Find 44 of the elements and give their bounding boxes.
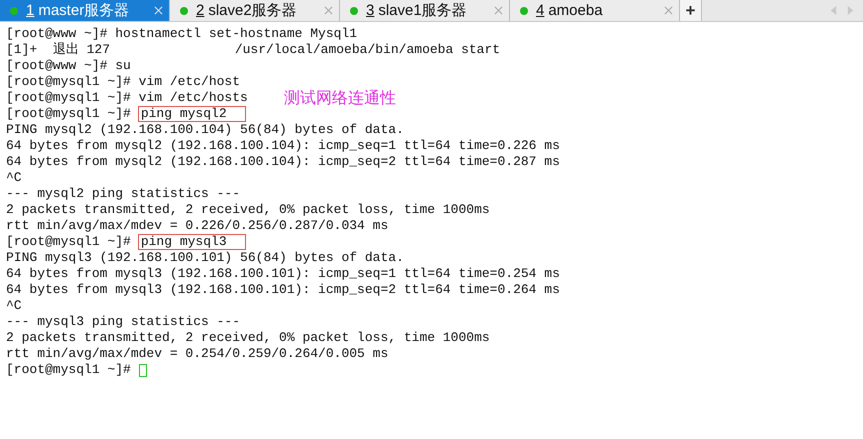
terminal-tab[interactable]: 4 amoeba (510, 0, 680, 21)
highlighted-command: ping mysql3 (138, 235, 245, 249)
terminal-line: --- mysql2 ping statistics --- (6, 186, 240, 202)
close-icon[interactable] (664, 6, 673, 15)
highlighted-command: ping mysql2 (138, 107, 245, 121)
terminal-line: PING mysql2 (192.168.100.104) 56(84) bytes of data. (6, 122, 404, 138)
annotation-text: 测试网络连通性 (284, 90, 396, 106)
terminal-line: PING mysql3 (192.168.100.101) 56(84) bytes of data. (6, 250, 404, 266)
terminal-line: ^C (6, 170, 22, 186)
terminal-line: [root@www ~]# hostnamectl set-hostname Mysql1 (6, 26, 358, 42)
scroll-right-icon[interactable] (846, 5, 855, 16)
terminal-line: 2 packets transmitted, 2 received, 0% packet loss, time 1000ms (6, 202, 490, 218)
terminal-line: --- mysql3 ping statistics --- (6, 314, 240, 330)
shell-prompt: [root@mysql1 ~]# (6, 362, 131, 378)
terminal-line: [root@mysql1 ~]# vim /etc/hosts (6, 90, 248, 106)
shell-prompt: [root@mysql1 ~]# (6, 106, 131, 122)
close-icon[interactable] (494, 6, 503, 15)
close-icon[interactable] (324, 6, 333, 15)
terminal-line: ^C (6, 298, 22, 314)
terminal-line: [root@www ~]# su (6, 58, 131, 74)
tab-label: amoeba (548, 2, 604, 19)
tab-number: 2 (196, 2, 204, 19)
terminal-line: 64 bytes from mysql3 (192.168.100.101): icmp_seq=1 ttl=64 time=0.254 ms (6, 266, 560, 282)
terminal-line: 2 packets transmitted, 2 received, 0% packet loss, time 1000ms (6, 330, 490, 346)
scroll-left-icon[interactable] (829, 5, 838, 16)
terminal-tab[interactable]: 2 slave2服务器 (170, 0, 340, 21)
terminal-line: 64 bytes from mysql2 (192.168.100.104): icmp_seq=2 ttl=64 time=0.287 ms (6, 154, 560, 170)
terminal-line: rtt min/avg/max/mdev = 0.254/0.259/0.264/0.005 ms (6, 346, 388, 362)
new-tab-button[interactable]: + (680, 0, 702, 21)
terminal-tab[interactable]: 3 slave1服务器 (340, 0, 510, 21)
tab-label: slave1服务器 (378, 1, 468, 20)
tab-label: slave2服务器 (208, 1, 298, 20)
terminal-line: rtt min/avg/max/mdev = 0.226/0.256/0.287/0.034 ms (6, 218, 388, 234)
terminal-tab[interactable]: 1 master服务器 (0, 0, 170, 21)
terminal-line: [1]+ 退出 127 /usr/local/amoeba/bin/amoeba start (6, 42, 500, 58)
terminal-line: [root@mysql1 ~]# vim /etc/host (6, 74, 240, 90)
text-cursor (138, 364, 147, 376)
terminal-line: 64 bytes from mysql3 (192.168.100.101): icmp_seq=2 ttl=64 time=0.264 ms (6, 282, 560, 298)
shell-prompt: [root@mysql1 ~]# (6, 234, 131, 250)
tab-label: master服务器 (38, 1, 130, 20)
tab-number: 4 (536, 2, 544, 19)
terminal-line: 64 bytes from mysql2 (192.168.100.104): icmp_seq=1 ttl=64 time=0.226 ms (6, 138, 560, 154)
tab-number: 1 (26, 2, 34, 19)
tab-number: 3 (366, 2, 374, 19)
